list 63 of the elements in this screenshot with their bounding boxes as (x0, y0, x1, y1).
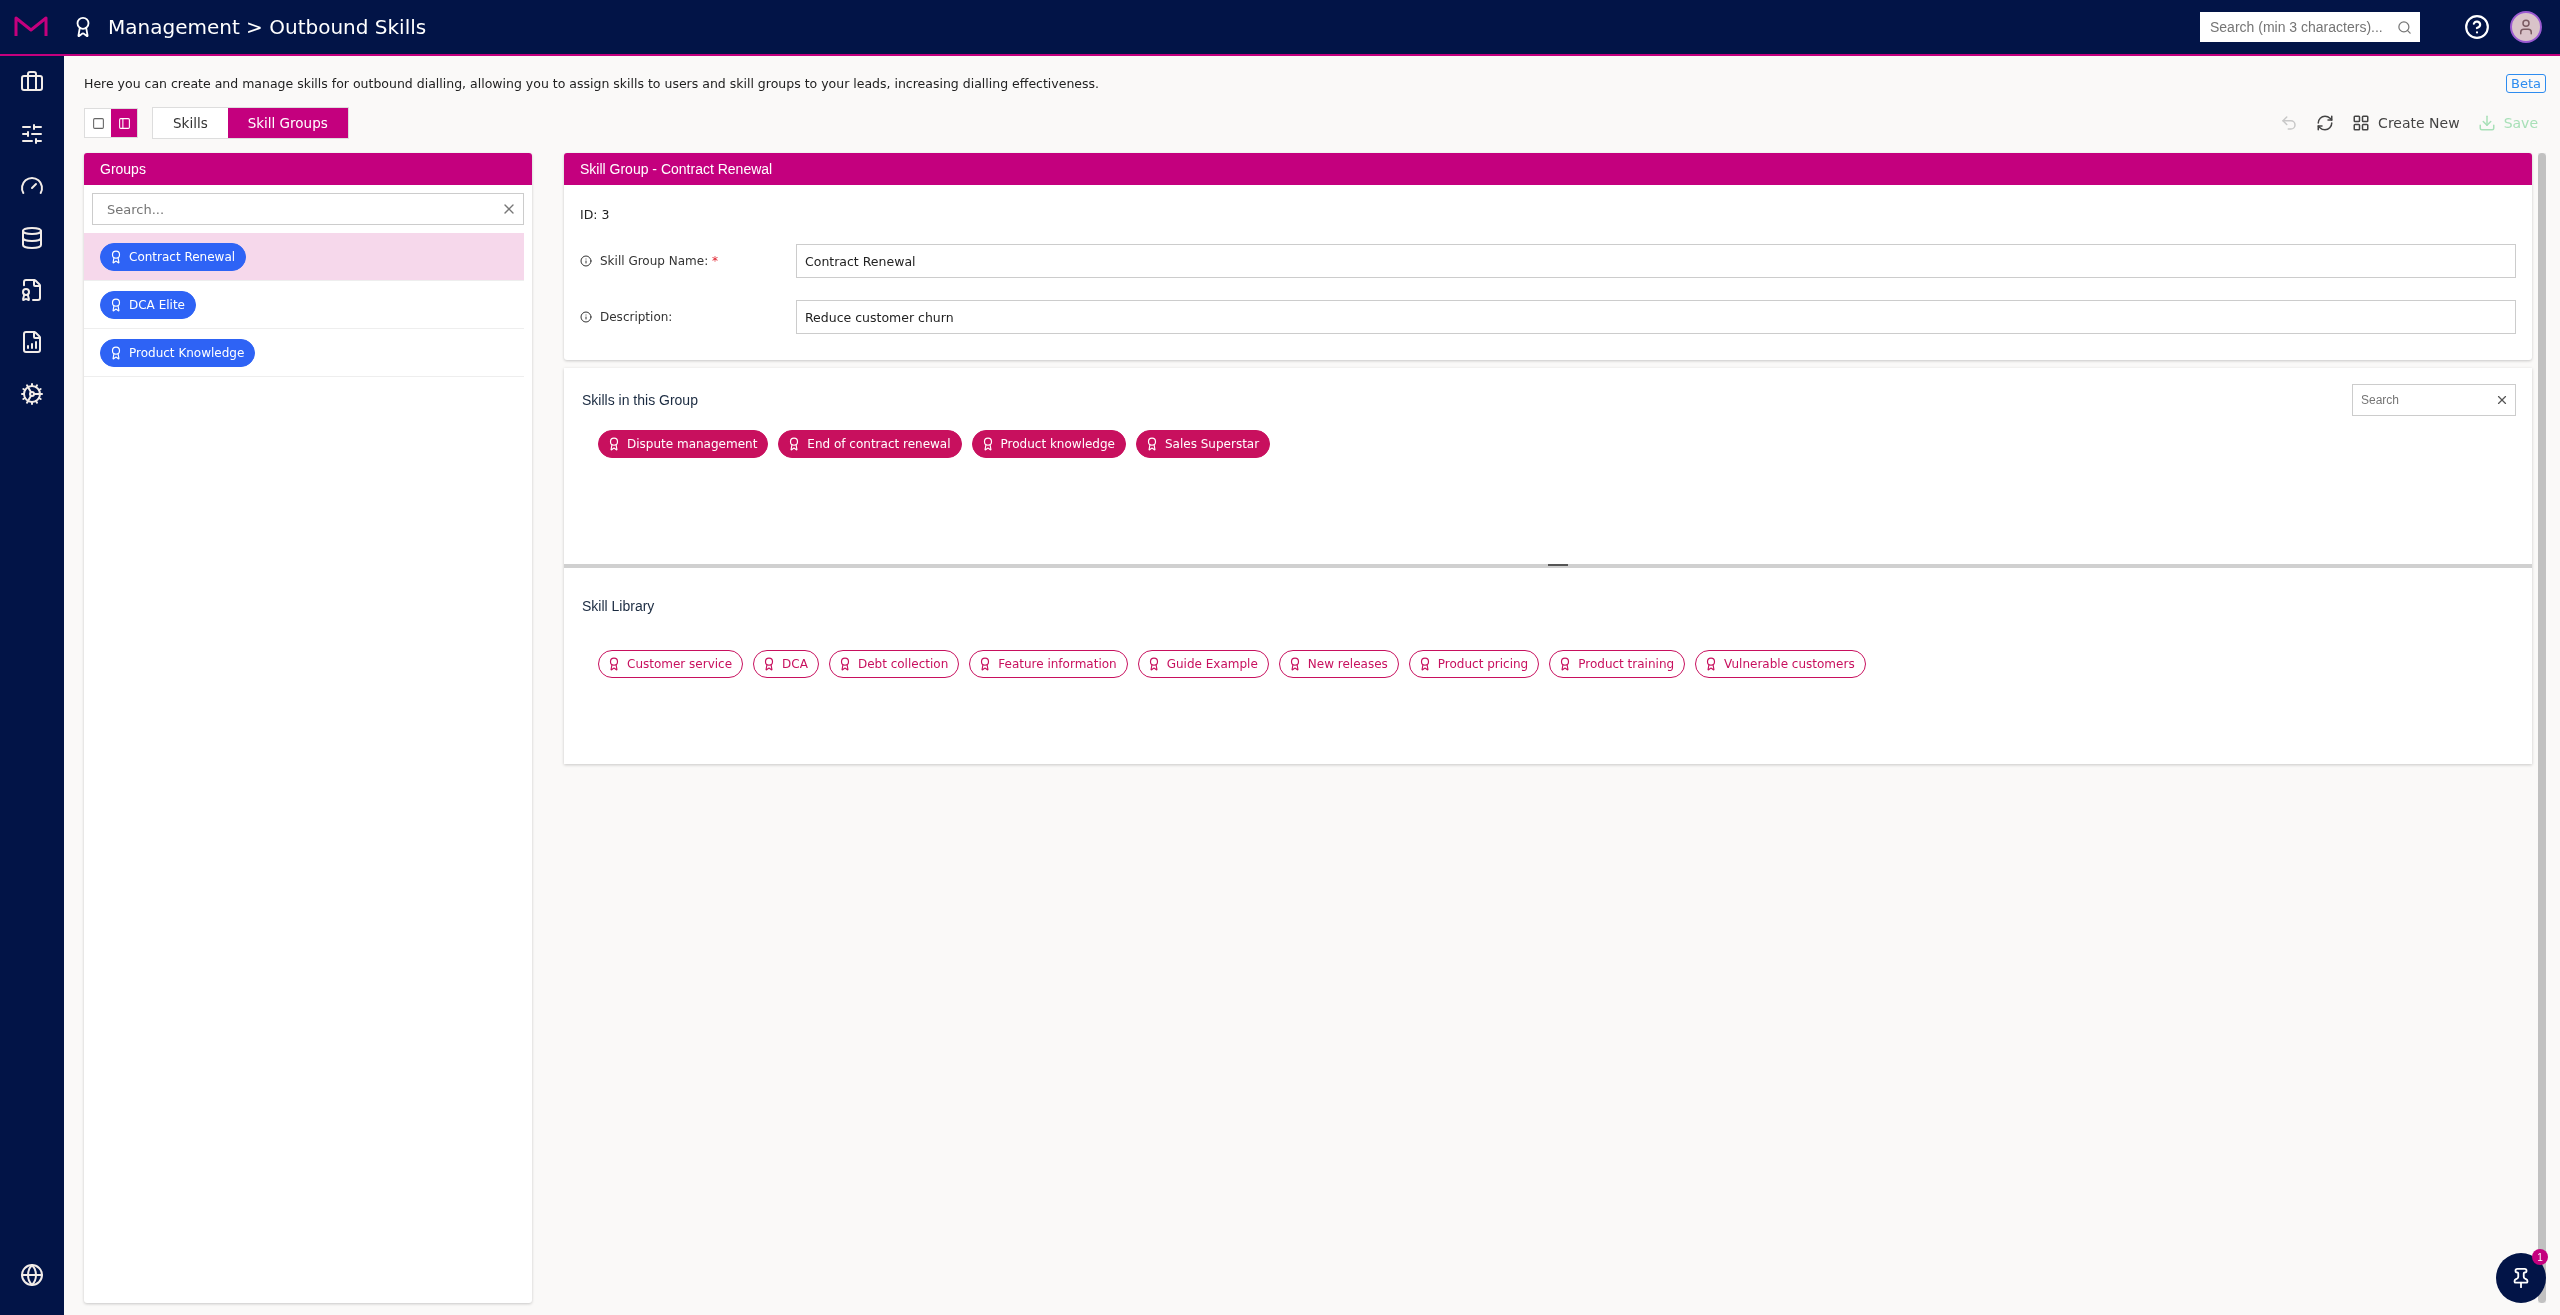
award-icon (109, 297, 123, 312)
panel-icon (117, 116, 131, 130)
skill-chip[interactable]: Debt collection (828, 650, 960, 678)
panel-title: Skill Group - Contract Renewal (564, 153, 2532, 185)
search-field[interactable]: Search (min 3 characters)... (2200, 12, 2420, 42)
skill-chip[interactable]: Product training (1549, 650, 1686, 678)
section-title: Skill Library (582, 598, 655, 614)
avatar[interactable] (2510, 11, 2542, 43)
skill-chip[interactable]: Product knowledge (971, 430, 1126, 458)
skill-chip[interactable]: Product pricing (1408, 650, 1540, 678)
intro-text: Here you can create and manage skills for outbound dialling, allowing you to assign skills to users and skill groups to your leads, increasing dialling effectiveness. (84, 76, 1099, 91)
field-label: Description: (600, 310, 673, 324)
text-field[interactable]: Reduce customer churn (796, 300, 2516, 334)
skill-chip[interactable]: Vulnerable customers (1695, 650, 1866, 678)
scrollbar[interactable] (2538, 153, 2546, 1303)
section-title: Skills in this Group (582, 392, 698, 408)
grid-plus-icon (2352, 114, 2371, 132)
field-label: Skill Group Name: * (600, 254, 718, 268)
id-label: ID: 3 (580, 207, 611, 222)
skill-chip[interactable]: DCA Elite (100, 290, 196, 319)
globe-icon[interactable] (20, 1263, 44, 1287)
file-badge-icon[interactable] (20, 278, 44, 302)
skill-chip[interactable]: End of contract renewal (778, 430, 962, 458)
tab[interactable]: Skill Groups (227, 108, 348, 138)
save-icon (2477, 114, 2496, 132)
search-field[interactable]: Search (2352, 384, 2516, 416)
skill-chip[interactable]: Feature information (969, 650, 1128, 678)
award-icon (109, 345, 123, 360)
refresh-icon[interactable] (2316, 114, 2335, 132)
search-icon (2397, 19, 2412, 35)
count-badge: 1 (2532, 1249, 2548, 1265)
info-icon (580, 311, 592, 323)
close-icon[interactable] (2495, 393, 2509, 407)
briefcase-icon[interactable] (20, 70, 44, 94)
text-field[interactable]: Contract Renewal (796, 244, 2516, 278)
logo-icon (14, 16, 48, 38)
sliders-icon[interactable] (20, 122, 44, 146)
skill-chip[interactable]: New releases (1278, 650, 1399, 678)
award-icon (607, 657, 621, 671)
breadcrumb: Management > Outbound Skills (108, 15, 427, 39)
search-field[interactable]: Search... (92, 193, 524, 225)
award-icon (109, 249, 123, 264)
panel-title: Groups (84, 153, 532, 185)
help-icon[interactable] (2464, 14, 2490, 40)
info-icon (580, 255, 592, 267)
award-icon (607, 437, 621, 451)
database-icon[interactable] (20, 226, 44, 250)
skill-chip[interactable]: Contract Renewal (100, 242, 247, 271)
group-row[interactable]: Contract Renewal (84, 233, 524, 281)
skill-chip[interactable]: DCA (753, 650, 819, 678)
settings-icon[interactable] (20, 382, 44, 406)
group-row[interactable]: DCA Elite (84, 281, 524, 329)
square-icon (91, 116, 105, 130)
file-chart-icon[interactable] (20, 330, 44, 354)
skill-chip[interactable]: Customer service (598, 650, 744, 678)
skill-chip[interactable]: Dispute management (598, 430, 769, 458)
skill-chip[interactable]: Guide Example (1137, 650, 1269, 678)
action-button[interactable]: Create New (2352, 114, 2460, 132)
skill-chip[interactable]: Sales Superstar (1135, 430, 1271, 458)
group-row[interactable]: Product Knowledge (84, 329, 524, 377)
view-toggle-button[interactable] (111, 109, 137, 137)
skill-chip[interactable]: Product Knowledge (100, 338, 256, 367)
beta-badge: Beta (2506, 74, 2546, 93)
